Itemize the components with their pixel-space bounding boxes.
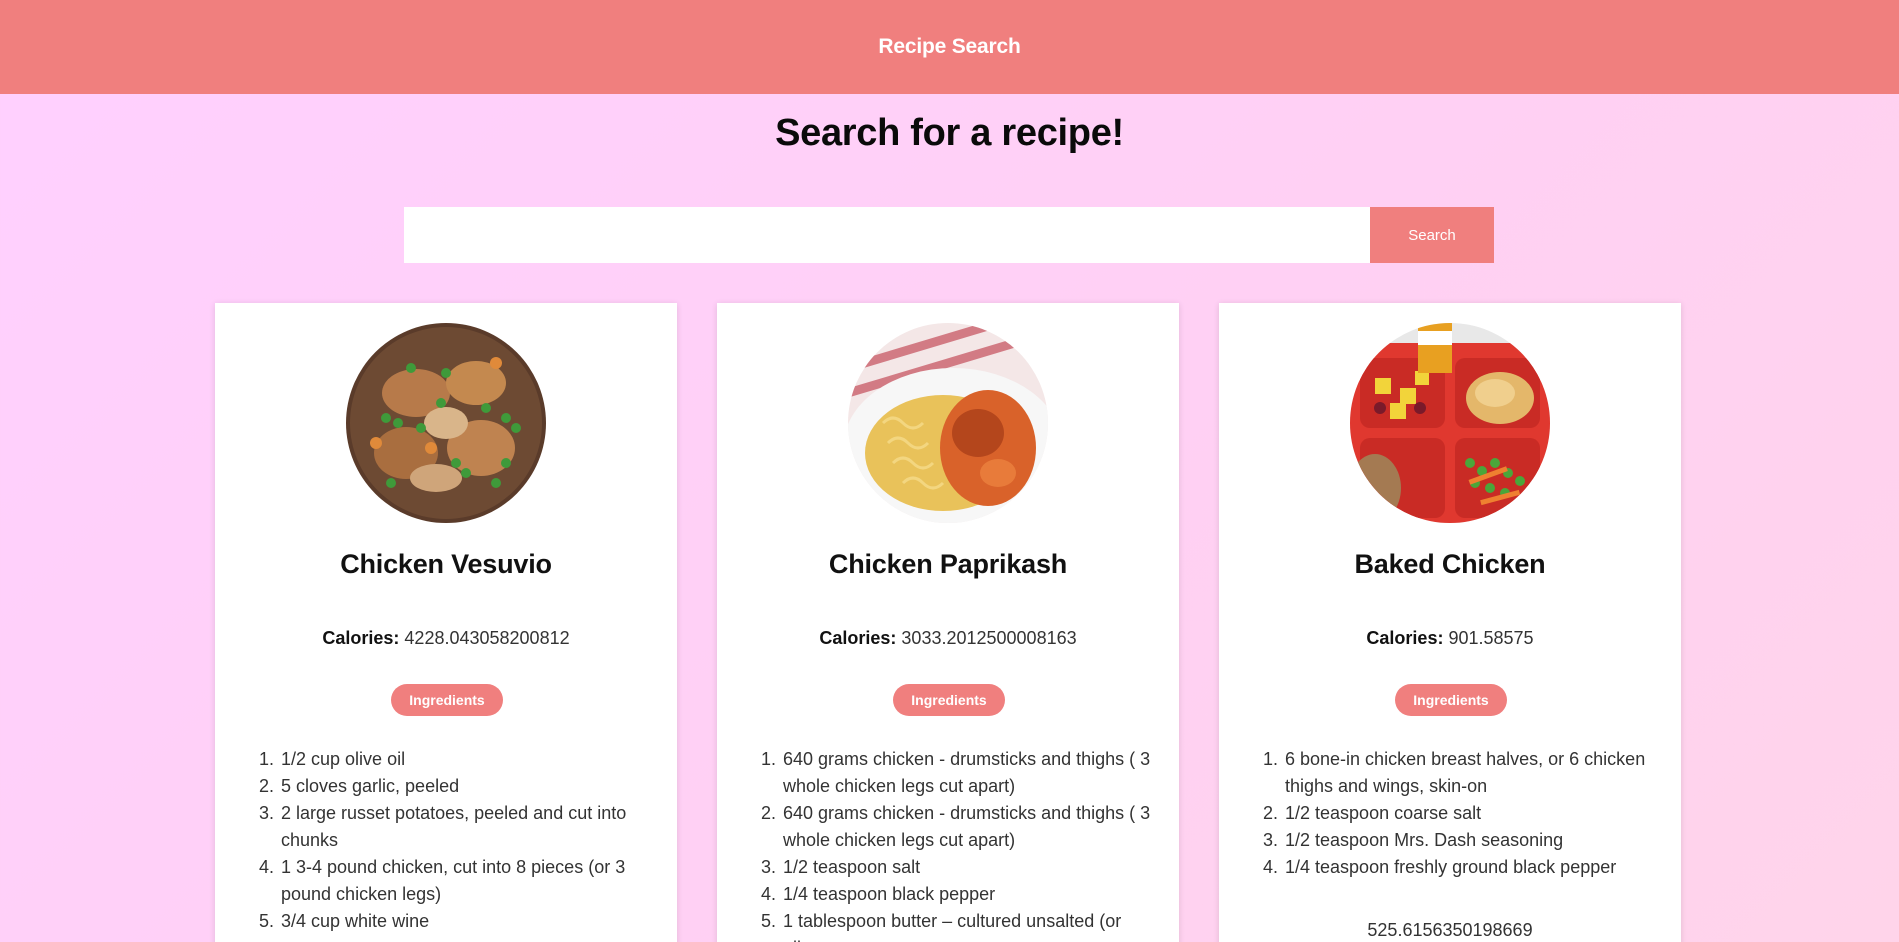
recipe-image xyxy=(346,323,546,523)
page-heading: Search for a recipe! xyxy=(775,112,1124,154)
recipe-title: Chicken Paprikash xyxy=(828,549,1068,579)
search-button[interactable]: Search xyxy=(1370,207,1494,263)
search-form: Search xyxy=(404,207,1494,263)
calories: Calories: 3033.2012500008163 xyxy=(717,628,1179,649)
ingredients-button[interactable]: Ingredients xyxy=(391,684,503,716)
ingredient-list: 1/2 cup olive oil 5 cloves garlic, peele… xyxy=(255,746,655,935)
ingredient-item: 1/2 teaspoon Mrs. Dash seasoning xyxy=(1283,827,1659,854)
top-bar: Recipe Search xyxy=(0,0,1899,94)
calories-value: 901.58575 xyxy=(1448,628,1534,648)
ingredient-item: 640 grams chicken - drumsticks and thigh… xyxy=(781,746,1157,800)
recipe-card: Baked Chicken Calories: 901.58575 Ingred… xyxy=(1219,303,1681,942)
recipe-image xyxy=(848,323,1048,523)
ingredients-button[interactable]: Ingredients xyxy=(1395,684,1507,716)
app-title: Recipe Search xyxy=(878,35,1021,58)
recipe-image xyxy=(1350,323,1550,523)
calories: Calories: 4228.043058200812 xyxy=(215,628,677,649)
ingredient-item: 2 large russet potatoes, peeled and cut … xyxy=(279,800,655,854)
recipe-card: Chicken Paprikash Calories: 3033.2012500… xyxy=(717,303,1179,942)
calories-label: Calories: xyxy=(819,628,897,648)
ingredient-item: 1/4 teaspoon freshly ground black pepper xyxy=(1283,854,1659,881)
ingredient-list: 640 grams chicken - drumsticks and thigh… xyxy=(757,746,1157,942)
ingredient-list: 6 bone-in chicken breast halves, or 6 ch… xyxy=(1259,746,1659,881)
ingredient-item: 6 bone-in chicken breast halves, or 6 ch… xyxy=(1283,746,1659,800)
search-input[interactable] xyxy=(404,207,1370,263)
recipe-extra-value: 525.6156350198669 xyxy=(1367,920,1533,940)
calories: Calories: 901.58575 xyxy=(1219,628,1681,649)
ingredient-item: 1/2 cup olive oil xyxy=(279,746,655,773)
recipe-title: Chicken Vesuvio xyxy=(340,549,552,579)
ingredient-item: 3/4 cup white wine xyxy=(279,908,655,935)
calories-label: Calories: xyxy=(1366,628,1444,648)
ingredient-item: 1/2 teaspoon salt xyxy=(781,854,1157,881)
recipe-card: Chicken Vesuvio Calories: 4228.043058200… xyxy=(215,303,677,942)
ingredient-item: 1/4 teaspoon black pepper xyxy=(781,881,1157,908)
ingredient-item: 1/2 teaspoon coarse salt xyxy=(1283,800,1659,827)
ingredient-item: 1 tablespoon butter – cultured unsalted … xyxy=(781,908,1157,942)
ingredient-item: 640 grams chicken - drumsticks and thigh… xyxy=(781,800,1157,854)
ingredient-item: 5 cloves garlic, peeled xyxy=(279,773,655,800)
recipe-title: Baked Chicken xyxy=(1354,549,1546,579)
ingredient-item: 1 3-4 pound chicken, cut into 8 pieces (… xyxy=(279,854,655,908)
ingredients-button[interactable]: Ingredients xyxy=(893,684,1005,716)
calories-value: 3033.2012500008163 xyxy=(901,628,1077,648)
calories-label: Calories: xyxy=(322,628,400,648)
calories-value: 4228.043058200812 xyxy=(404,628,570,648)
